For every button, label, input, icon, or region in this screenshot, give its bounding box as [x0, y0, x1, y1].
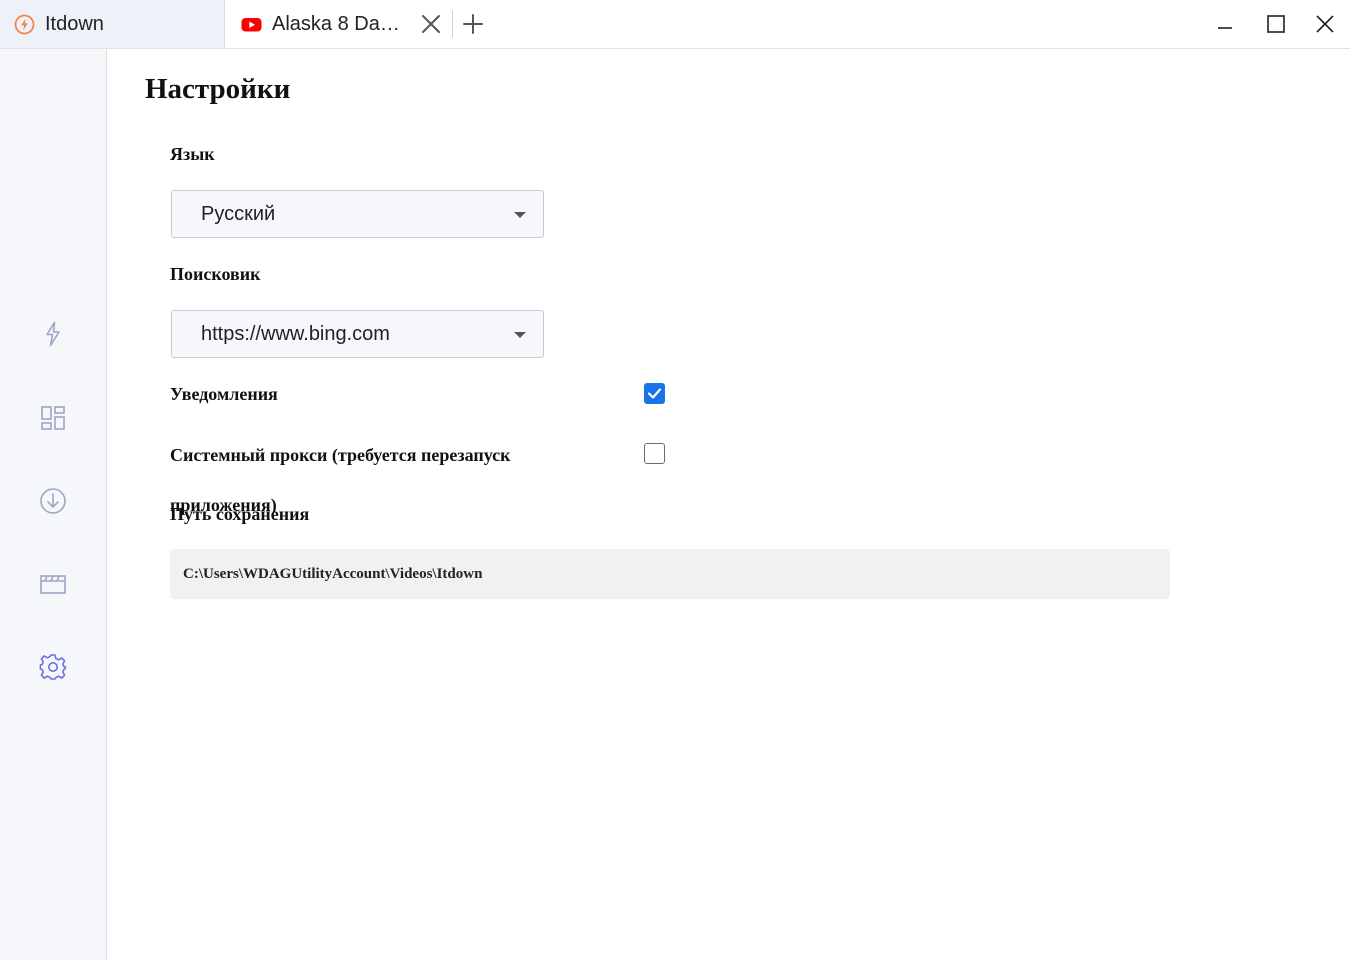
save-path-label: Путь сохранения — [170, 504, 310, 524]
notifications-label: Уведомления — [170, 384, 278, 404]
settings-page: Настройки Язык Русский Поисковик https:/… — [107, 49, 1350, 960]
sidebar — [0, 49, 107, 960]
clapperboard-icon — [39, 572, 67, 601]
app-logo-icon — [14, 14, 35, 35]
search-engine-label: Поисковик — [170, 264, 261, 284]
grid-icon — [40, 405, 66, 436]
save-path-value: C:\Users\WDAGUtilityAccount\Videos\Itdow… — [183, 565, 483, 582]
language-label: Язык — [170, 144, 215, 164]
sidebar-item-quick-download[interactable] — [36, 319, 70, 353]
language-select-value: Русский — [201, 202, 276, 225]
save-path-field[interactable]: C:\Users\WDAGUtilityAccount\Videos\Itdow… — [170, 549, 1170, 599]
system-proxy-checkbox[interactable] — [644, 443, 665, 464]
language-select[interactable]: Русский — [171, 190, 544, 238]
chevron-down-icon — [514, 332, 526, 338]
checkmark-icon — [647, 388, 662, 399]
page-title: Настройки — [145, 73, 291, 105]
tab-itdown[interactable]: Itdown — [0, 0, 225, 48]
youtube-icon — [241, 14, 262, 35]
notifications-checkbox[interactable] — [644, 383, 665, 404]
chevron-down-icon — [514, 212, 526, 218]
minimize-icon[interactable] — [1213, 12, 1237, 36]
tab-separator — [452, 10, 453, 38]
maximize-icon[interactable] — [1264, 12, 1288, 36]
search-engine-select[interactable]: https://www.bing.com — [171, 310, 544, 358]
tab-youtube-video[interactable]: Alaska 8 Days... — [226, 0, 452, 48]
new-tab-icon[interactable] — [461, 12, 485, 36]
tab-label: Itdown — [45, 12, 104, 35]
sidebar-item-videos[interactable] — [36, 569, 70, 603]
sidebar-item-library[interactable] — [36, 403, 70, 437]
close-icon[interactable] — [1313, 12, 1337, 36]
sidebar-item-downloads[interactable] — [36, 486, 70, 520]
search-engine-select-value: https://www.bing.com — [201, 322, 390, 345]
tab-bar: Itdown Alaska 8 Days... — [0, 0, 1350, 49]
lightning-icon — [42, 321, 64, 352]
tab-label: Alaska 8 Days... — [272, 12, 407, 35]
sidebar-item-settings[interactable] — [36, 652, 70, 686]
close-tab-icon[interactable] — [419, 12, 443, 36]
gear-icon — [39, 653, 67, 686]
download-icon — [39, 487, 67, 520]
